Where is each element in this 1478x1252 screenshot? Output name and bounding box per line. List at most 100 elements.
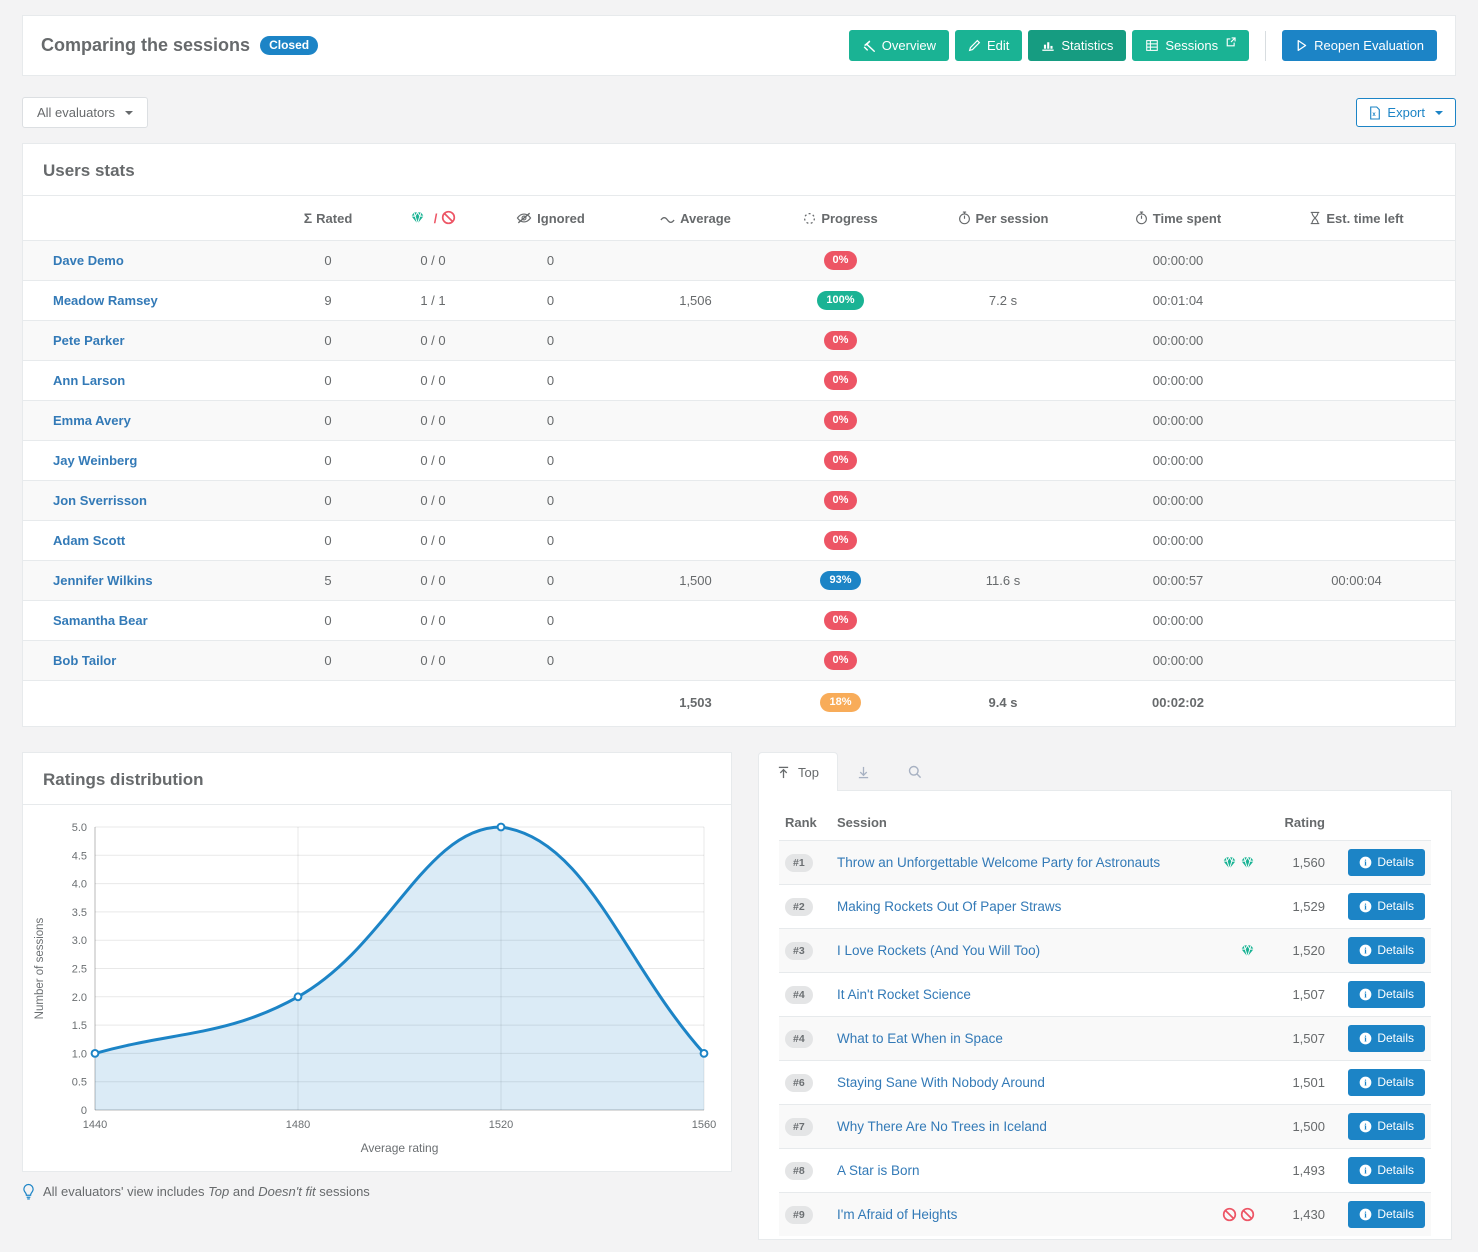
y-tick-label: 0 [81,1105,87,1117]
ignored-value: 0 [483,361,618,401]
table-row: Ann Larson 0 0 / 0 0 0% 00:00:00 [23,361,1455,401]
col-per-session[interactable]: Per session [908,196,1098,241]
user-link[interactable]: Meadow Ramsey [53,293,158,308]
session-link[interactable]: I'm Afraid of Heights [837,1207,957,1222]
table-row: Emma Avery 0 0 / 0 0 0% 00:00:00 [23,401,1455,441]
info-icon: i [1359,1032,1372,1045]
details-button[interactable]: i Details [1348,1201,1425,1228]
info-icon: i [1359,900,1372,913]
tab-top[interactable]: Top [758,752,838,791]
session-icons [1189,973,1261,1017]
tab-search[interactable] [889,752,941,791]
col-gems-bans[interactable]: / [383,196,483,241]
est-time-left-value [1258,241,1455,281]
ignored-value: 0 [483,641,618,681]
user-link[interactable]: Jon Sverrisson [53,493,147,508]
progress-badge: 0% [824,331,858,350]
user-link[interactable]: Dave Demo [53,253,124,268]
user-link[interactable]: Jennifer Wilkins [53,573,153,588]
details-label: Details [1377,898,1414,915]
edit-label: Edit [987,37,1009,54]
total-est-time-left [1258,681,1455,725]
details-button[interactable]: i Details [1348,849,1425,876]
list-item: #3 I Love Rockets (And You Will Too) 1,5… [779,929,1431,973]
average-value [618,321,773,361]
ban-icon [1240,1207,1255,1222]
edit-button[interactable]: Edit [955,30,1022,61]
overview-button[interactable]: Overview [849,30,949,61]
user-link[interactable]: Samantha Bear [53,613,148,628]
y-tick-label: 3.0 [72,935,87,947]
progress-badge: 0% [824,651,858,670]
col-average[interactable]: Average [618,196,773,241]
info-icon: i [1359,1076,1372,1089]
col-progress[interactable]: Progress [773,196,908,241]
top-sessions-panel: Top Rank Session Rating [758,752,1452,1240]
sessions-button[interactable]: Sessions [1132,30,1249,61]
session-link[interactable]: What to Eat When in Space [837,1031,1003,1046]
details-button[interactable]: i Details [1348,893,1425,920]
details-button[interactable]: i Details [1348,981,1425,1008]
session-link[interactable]: Staying Sane With Nobody Around [837,1075,1045,1090]
session-link[interactable]: Why There Are No Trees in Iceland [837,1119,1047,1134]
session-icons [1189,885,1261,929]
ignored-value: 0 [483,561,618,601]
user-link[interactable]: Emma Avery [53,413,131,428]
details-button[interactable]: i Details [1348,1113,1425,1140]
user-link[interactable]: Adam Scott [53,533,125,548]
session-icons [1189,1061,1261,1105]
user-link[interactable]: Jay Weinberg [53,453,137,468]
table-row: Bob Tailor 0 0 / 0 0 0% 00:00:00 [23,641,1455,681]
gems-bans-value: 0 / 0 [383,641,483,681]
chart-point [92,1050,99,1057]
per-session-value [908,321,1098,361]
details-button[interactable]: i Details [1348,1069,1425,1096]
rank-badge: #9 [785,1206,813,1224]
gems-bans-value: 0 / 0 [383,481,483,521]
col-rank: Rank [779,807,831,841]
totals-row: 1,503 18% 9.4 s 00:02:02 [23,681,1455,725]
rated-value: 0 [273,601,383,641]
average-value: 1,500 [618,561,773,601]
y-tick-label: 5.0 [72,822,87,834]
details-button[interactable]: i Details [1348,1025,1425,1052]
evaluators-filter-dropdown[interactable]: All evaluators [22,97,148,128]
tab-bottom[interactable] [838,752,889,791]
average-value [618,601,773,641]
progress-badge: 100% [817,291,863,310]
col-est-time-left[interactable]: Est. time left [1258,196,1455,241]
statistics-button[interactable]: Statistics [1028,30,1126,61]
toolbar: All evaluators x Export [22,97,1456,128]
session-link[interactable]: Making Rockets Out Of Paper Straws [837,899,1061,914]
user-link[interactable]: Bob Tailor [53,653,116,668]
session-rating: 1,560 [1261,841,1331,885]
table-row: Jon Sverrisson 0 0 / 0 0 0% 00:00:00 [23,481,1455,521]
gems-bans-value: 0 / 0 [383,561,483,601]
rank-badge: #1 [785,854,813,872]
per-session-value [908,641,1098,681]
session-link[interactable]: I Love Rockets (And You Will Too) [837,943,1040,958]
details-button[interactable]: i Details [1348,937,1425,964]
session-link[interactable]: Throw an Unforgettable Welcome Party for… [837,855,1160,870]
list-item: #1 Throw an Unforgettable Welcome Party … [779,841,1431,885]
per-session-value [908,361,1098,401]
y-axis-title: Number of sessions [34,917,46,1019]
export-dropdown-button[interactable]: x Export [1356,98,1456,127]
user-link[interactable]: Ann Larson [53,373,125,388]
total-time-spent: 00:02:02 [1098,681,1258,725]
details-button[interactable]: i Details [1348,1157,1425,1184]
col-time-spent[interactable]: Time spent [1098,196,1258,241]
table-row: Pete Parker 0 0 / 0 0 0% 00:00:00 [23,321,1455,361]
col-ignored[interactable]: Ignored [483,196,618,241]
svg-text:x: x [1373,112,1377,118]
gems-bans-value: 0 / 0 [383,321,483,361]
reopen-evaluation-button[interactable]: Reopen Evaluation [1282,30,1437,61]
rank-badge: #4 [785,1030,813,1048]
user-link[interactable]: Pete Parker [53,333,125,348]
col-rated[interactable]: ΣRated [273,196,383,241]
list-item: #9 I'm Afraid of Heights 1,430 i Details [779,1193,1431,1237]
session-link[interactable]: A Star is Born [837,1163,920,1178]
session-link[interactable]: It Ain't Rocket Science [837,987,971,1002]
bar-chart-icon [1041,39,1055,52]
est-time-left-value [1258,361,1455,401]
